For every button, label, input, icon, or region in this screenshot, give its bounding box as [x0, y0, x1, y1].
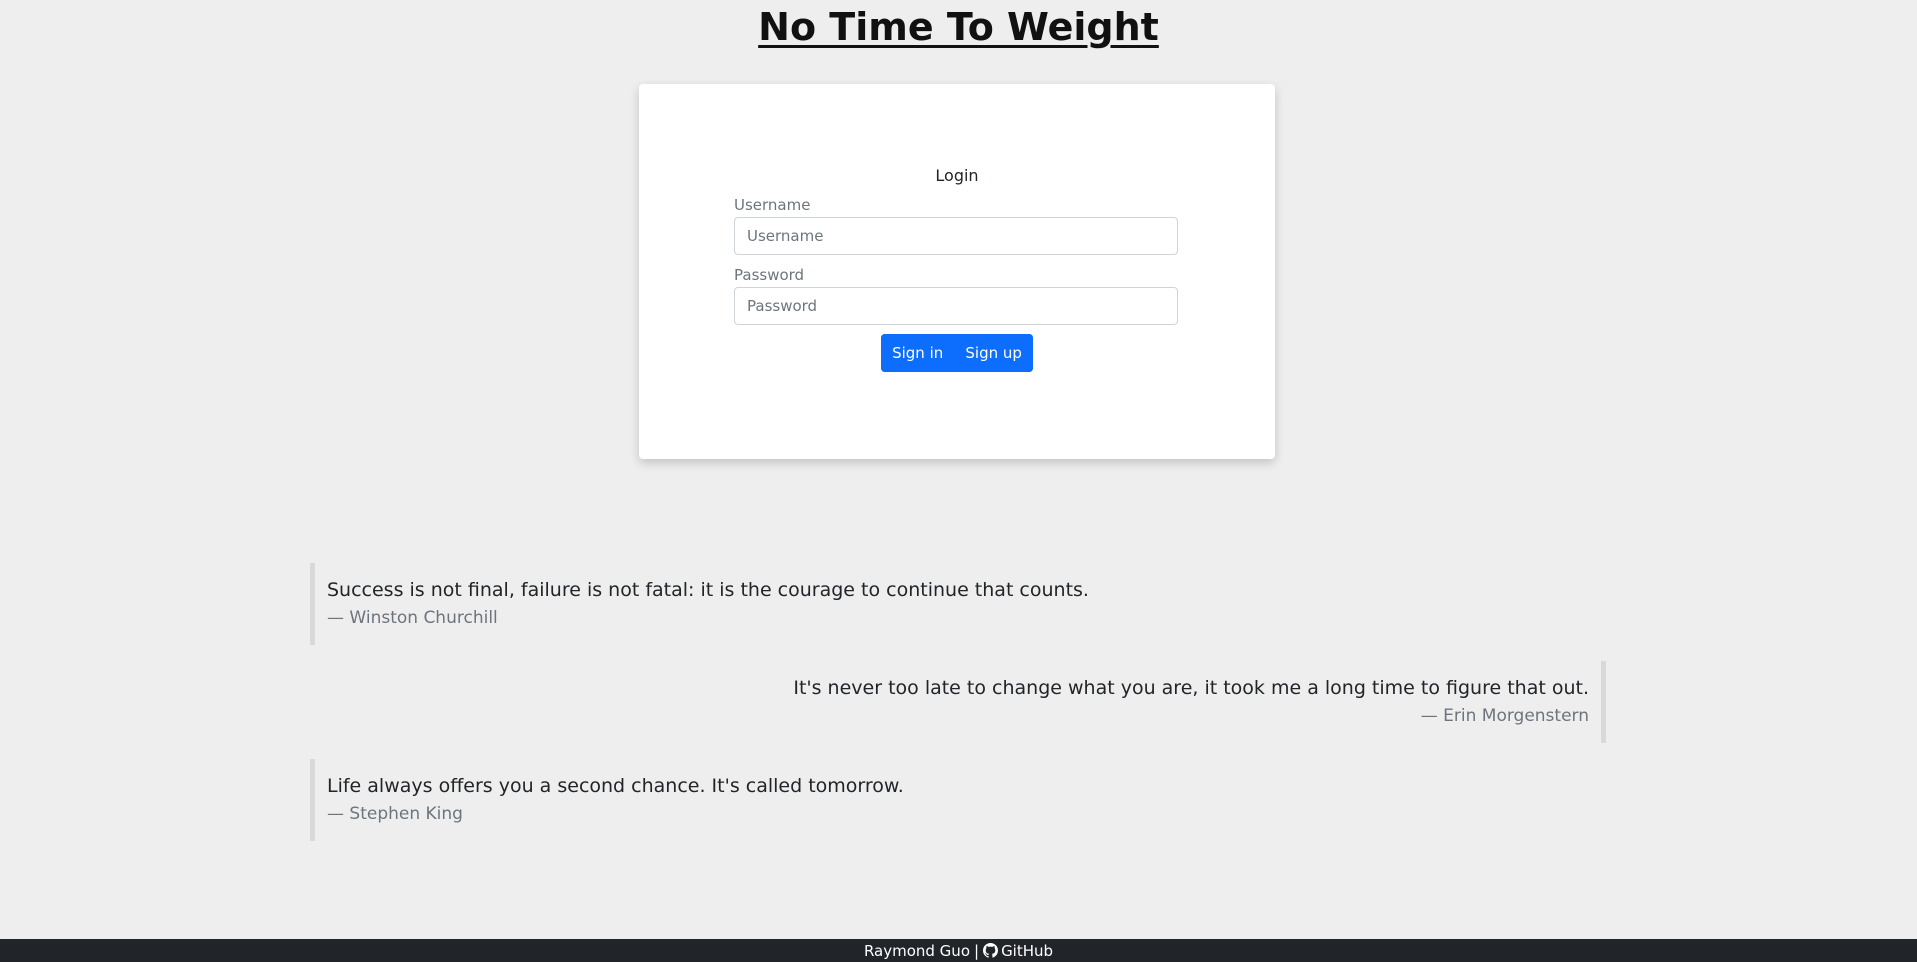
quote-text: It's never too late to change what you a…: [793, 677, 1589, 699]
footer-author: Raymond Guo: [863, 941, 970, 960]
github-label: GitHub: [1001, 941, 1054, 960]
quote-border: [310, 563, 315, 645]
quotes-section: Success is not final, failure is not fat…: [310, 563, 1606, 857]
github-link[interactable]: GitHub: [983, 942, 1053, 960]
password-input[interactable]: [734, 287, 1178, 325]
app-title: No Time To Weight: [758, 5, 1159, 49]
username-label: Username: [734, 196, 811, 214]
quote-border: [310, 759, 315, 841]
sign-up-button[interactable]: Sign up: [954, 334, 1033, 372]
login-heading: Login: [935, 166, 979, 185]
username-input[interactable]: [734, 217, 1178, 255]
quote-block: It's never too late to change what you a…: [310, 661, 1606, 743]
quote-author: — Erin Morgenstern: [1420, 706, 1589, 726]
login-card: Login Username Password Sign in Sign up: [639, 84, 1275, 459]
auth-button-group: Sign in Sign up: [881, 334, 1033, 372]
quote-author: — Winston Churchill: [327, 608, 498, 628]
footer-separator: |: [974, 941, 980, 960]
sign-in-button[interactable]: Sign in: [881, 334, 955, 372]
quote-border: [1601, 661, 1606, 743]
quote-text: Success is not final, failure is not fat…: [327, 579, 1089, 601]
footer: Raymond Guo | GitHub: [0, 939, 1917, 962]
quote-block: Life always offers you a second chance. …: [310, 759, 1606, 841]
quote-block: Success is not final, failure is not fat…: [310, 563, 1606, 645]
quote-author: — Stephen King: [327, 804, 463, 824]
github-icon: [983, 943, 999, 958]
quote-text: Life always offers you a second chance. …: [327, 775, 904, 797]
password-label: Password: [734, 266, 805, 284]
